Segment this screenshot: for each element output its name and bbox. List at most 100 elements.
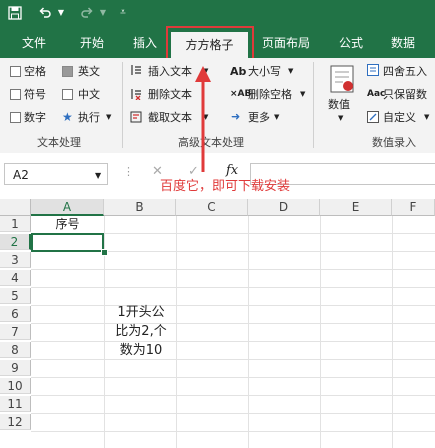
more-dropdown-icon[interactable]: ▼ bbox=[274, 111, 279, 124]
tab-insert[interactable]: 插入 bbox=[133, 36, 157, 50]
group-separator bbox=[313, 62, 314, 148]
note-text-box: 1开头公 比为2,个 数为10 bbox=[100, 303, 182, 360]
group-label-text-processing: 文本处理 bbox=[37, 136, 81, 149]
column-header-d[interactable]: D bbox=[248, 199, 320, 216]
checkbox-symbol-label: 符号 bbox=[24, 88, 46, 101]
case-icon: Ab bbox=[230, 65, 247, 78]
note-line: 数为10 bbox=[119, 343, 163, 358]
truncate-text-icon bbox=[130, 111, 142, 123]
row-header[interactable]: 11 bbox=[0, 396, 31, 412]
ribbon: 空格 英文 符号 中文 数字 ★ 执行 ▼ 文本处理 插入文本 ▼ 删除文本 截… bbox=[0, 58, 435, 154]
checkbox-english[interactable] bbox=[62, 66, 73, 77]
delete-text-button[interactable]: 删除文本 bbox=[148, 88, 192, 101]
group-separator bbox=[122, 62, 123, 148]
row-header[interactable]: 9 bbox=[0, 360, 31, 376]
checkbox-chinese[interactable] bbox=[62, 89, 73, 100]
grid-line bbox=[31, 377, 435, 378]
checkbox-chinese-label: 中文 bbox=[78, 88, 100, 101]
formula-bar-dots: ⋮ bbox=[123, 165, 134, 178]
column-header-e[interactable]: E bbox=[320, 199, 392, 216]
save-icon[interactable] bbox=[6, 3, 24, 23]
redo-dropdown-icon[interactable]: ▼ bbox=[98, 3, 108, 23]
checkbox-english-label: 英文 bbox=[78, 65, 100, 78]
round-icon bbox=[367, 64, 379, 76]
undo-icon[interactable] bbox=[36, 3, 54, 23]
row-header[interactable]: 1 bbox=[0, 216, 31, 232]
insert-text-button[interactable]: 插入文本 bbox=[148, 65, 192, 78]
row-header[interactable]: 2 bbox=[0, 234, 31, 250]
checkbox-number-label: 数字 bbox=[24, 111, 46, 124]
grid-line bbox=[31, 269, 435, 270]
column-header-a[interactable]: A bbox=[31, 199, 104, 216]
grid-line bbox=[31, 341, 435, 342]
custom-button[interactable]: 自定义 bbox=[383, 111, 416, 124]
note-line: 比为2,个 bbox=[115, 324, 167, 339]
worksheet[interactable]: A B C D E F 1 2 3 4 5 6 7 8 9 10 11 12 序… bbox=[0, 195, 435, 448]
row-header[interactable]: 6 bbox=[0, 306, 31, 322]
tab-page-layout[interactable]: 页面布局 bbox=[262, 36, 310, 50]
undo-dropdown-icon[interactable]: ▼ bbox=[56, 3, 66, 23]
column-header-b[interactable]: B bbox=[104, 199, 176, 216]
custom-dropdown-icon[interactable]: ▼ bbox=[424, 111, 429, 124]
cell-a1[interactable]: 序号 bbox=[31, 216, 104, 233]
value-button[interactable]: 数值 ▼ bbox=[322, 62, 362, 122]
delete-spaces-button[interactable]: 删除空格 bbox=[248, 88, 292, 101]
keep-only-button[interactable]: 只保留数 bbox=[383, 88, 427, 101]
execute-button[interactable]: 执行 bbox=[78, 111, 100, 124]
grid-line bbox=[31, 359, 435, 360]
more-arrow-icon: ➜ bbox=[231, 110, 241, 123]
name-box-value: A2 bbox=[13, 168, 29, 182]
case-dropdown-icon[interactable]: ▼ bbox=[288, 65, 293, 78]
grid-line bbox=[31, 395, 435, 396]
insert-function-icon[interactable]: fx bbox=[226, 164, 238, 177]
value-dropdown-icon: ▼ bbox=[338, 114, 344, 122]
round-button[interactable]: 四舍五入 bbox=[383, 65, 427, 78]
annotation-text: 百度它，即可下载安装 bbox=[160, 179, 291, 194]
grid-line bbox=[31, 323, 435, 324]
group-label-number-entry: 数值录入 bbox=[372, 136, 416, 149]
value-button-label: 数值 bbox=[328, 98, 350, 111]
grid-line bbox=[31, 305, 435, 306]
execute-icon: ★ bbox=[62, 110, 73, 124]
truncate-text-button[interactable]: 截取文本 bbox=[148, 111, 192, 124]
selected-cell-a2[interactable] bbox=[31, 233, 104, 252]
more-button[interactable]: 更多 bbox=[248, 111, 270, 124]
tab-file[interactable]: 文件 bbox=[22, 36, 46, 50]
row-header[interactable]: 3 bbox=[0, 252, 31, 268]
row-header[interactable]: 12 bbox=[0, 414, 31, 430]
title-bar: ▼ ▼ ⩡ bbox=[0, 0, 435, 27]
execute-dropdown-icon[interactable]: ▼ bbox=[106, 111, 111, 124]
case-button[interactable]: 大小写 bbox=[248, 65, 281, 78]
row-header[interactable]: 8 bbox=[0, 342, 31, 358]
grid-line bbox=[31, 287, 435, 288]
note-line: 1开头公 bbox=[117, 305, 165, 320]
column-header-c[interactable]: C bbox=[176, 199, 248, 216]
row-header[interactable]: 4 bbox=[0, 270, 31, 286]
select-all-corner[interactable] bbox=[0, 199, 31, 216]
tab-data[interactable]: 数据 bbox=[391, 36, 415, 50]
name-box[interactable]: A2 ▼ bbox=[4, 163, 108, 185]
custom-icon bbox=[367, 111, 379, 123]
highlight-box bbox=[166, 26, 254, 60]
tab-formulas[interactable]: 公式 bbox=[339, 36, 363, 50]
grid-line bbox=[31, 431, 435, 432]
checkbox-symbol[interactable] bbox=[10, 89, 21, 100]
annotation-arrow bbox=[195, 66, 211, 172]
name-box-dropdown-icon[interactable]: ▼ bbox=[95, 169, 101, 182]
insert-text-icon bbox=[130, 64, 142, 76]
row-header[interactable]: 5 bbox=[0, 288, 31, 304]
redo-icon[interactable] bbox=[78, 3, 96, 23]
value-icon bbox=[330, 65, 354, 93]
column-header-f[interactable]: F bbox=[392, 199, 435, 216]
delete-text-icon bbox=[130, 88, 142, 101]
customize-qat-icon[interactable]: ⩡ bbox=[116, 3, 130, 23]
tab-home[interactable]: 开始 bbox=[80, 36, 104, 50]
checkbox-space-label: 空格 bbox=[24, 65, 46, 78]
checkbox-number[interactable] bbox=[10, 112, 21, 123]
row-header[interactable]: 10 bbox=[0, 378, 31, 394]
fill-handle[interactable] bbox=[101, 249, 108, 256]
delete-spaces-dropdown-icon[interactable]: ▼ bbox=[300, 88, 305, 101]
row-header[interactable]: 7 bbox=[0, 324, 31, 340]
checkbox-space[interactable] bbox=[10, 66, 21, 77]
cancel-icon[interactable]: ✕ bbox=[152, 165, 163, 178]
